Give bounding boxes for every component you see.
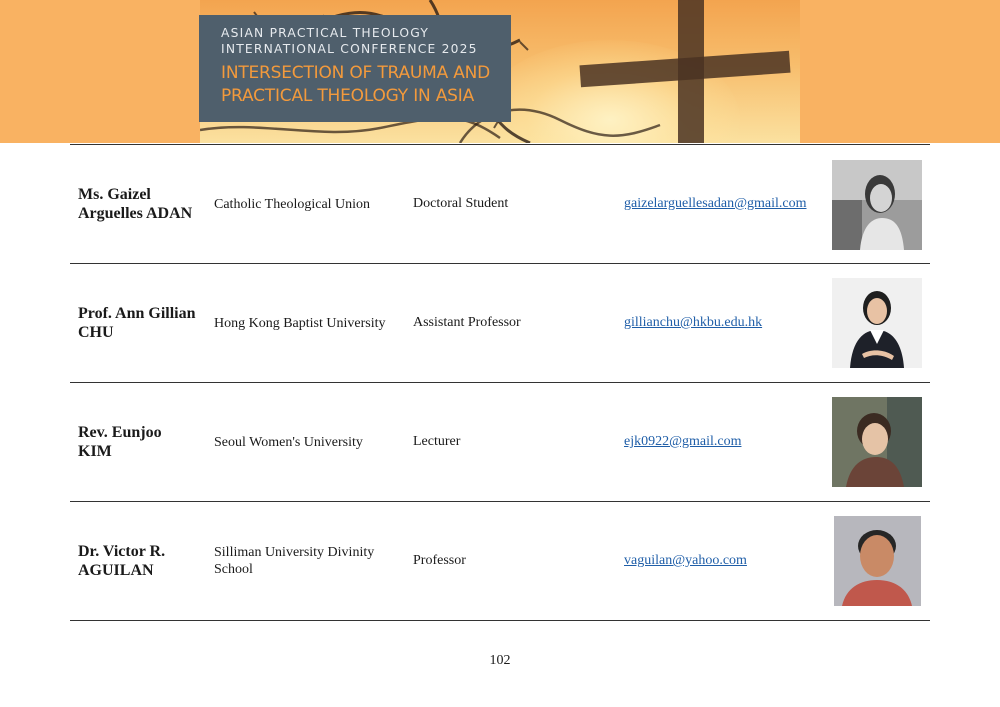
conference-title-box: ASIAN PRACTICAL THEOLOGY INTERNATIONAL C… — [199, 15, 511, 122]
email-link[interactable]: gaizelarguellesadan@gmail.com — [624, 196, 807, 212]
email-link[interactable]: gillianchu@hkbu.edu.hk — [624, 315, 762, 331]
participant-position: Professor — [413, 553, 466, 568]
participants-table: Ms. Gaizel Arguelles ADAN Catholic Theolo… — [70, 144, 930, 621]
participant-name: Rev. Eunjoo KIM — [78, 424, 162, 460]
participant-photo — [832, 160, 922, 250]
participant-name: Prof. Ann Gillian CHU — [78, 305, 196, 341]
participant-photo — [832, 278, 922, 368]
table-row: Rev. Eunjoo KIM Seoul Women's University … — [70, 382, 930, 501]
participant-position: Lecturer — [413, 434, 461, 449]
table-row: Ms. Gaizel Arguelles ADAN Catholic Theolo… — [70, 144, 930, 263]
participant-name: Dr. Victor R. AGUILAN — [78, 543, 166, 579]
participant-institution: Silliman University Divinity School — [214, 545, 375, 577]
participant-name: Ms. Gaizel Arguelles ADAN — [78, 186, 193, 222]
participant-institution: Seoul Women's University — [214, 434, 363, 450]
table-row: Prof. Ann Gillian CHU Hong Kong Baptist U… — [70, 263, 930, 382]
conference-theme: INTERSECTION OF TRAUMA AND PRACTICAL THE… — [221, 63, 491, 106]
participant-position: Assistant Professor — [413, 315, 521, 330]
participant-position: Doctoral Student — [413, 196, 509, 211]
email-link[interactable]: ejk0922@gmail.com — [624, 434, 741, 450]
participant-email: gaizelarguellesadan@gmail.com — [624, 145, 834, 263]
header-banner: ASIAN PRACTICAL THEOLOGY INTERNATIONAL C… — [0, 0, 1000, 143]
participant-email: gillianchu@hkbu.edu.hk — [624, 264, 834, 382]
table-row: Dr. Victor R. AGUILAN Silliman University… — [70, 501, 930, 621]
participant-email: ejk0922@gmail.com — [624, 383, 834, 501]
page-number: 102 — [489, 653, 511, 668]
participant-institution: Hong Kong Baptist University — [214, 315, 386, 331]
participant-institution: Catholic Theological Union — [214, 196, 371, 212]
conference-name: ASIAN PRACTICAL THEOLOGY INTERNATIONAL C… — [221, 26, 478, 56]
participant-photo — [834, 516, 921, 606]
participant-photo — [832, 397, 922, 487]
email-link[interactable]: vaguilan@yahoo.com — [624, 553, 747, 569]
participant-email: vaguilan@yahoo.com — [624, 502, 834, 620]
